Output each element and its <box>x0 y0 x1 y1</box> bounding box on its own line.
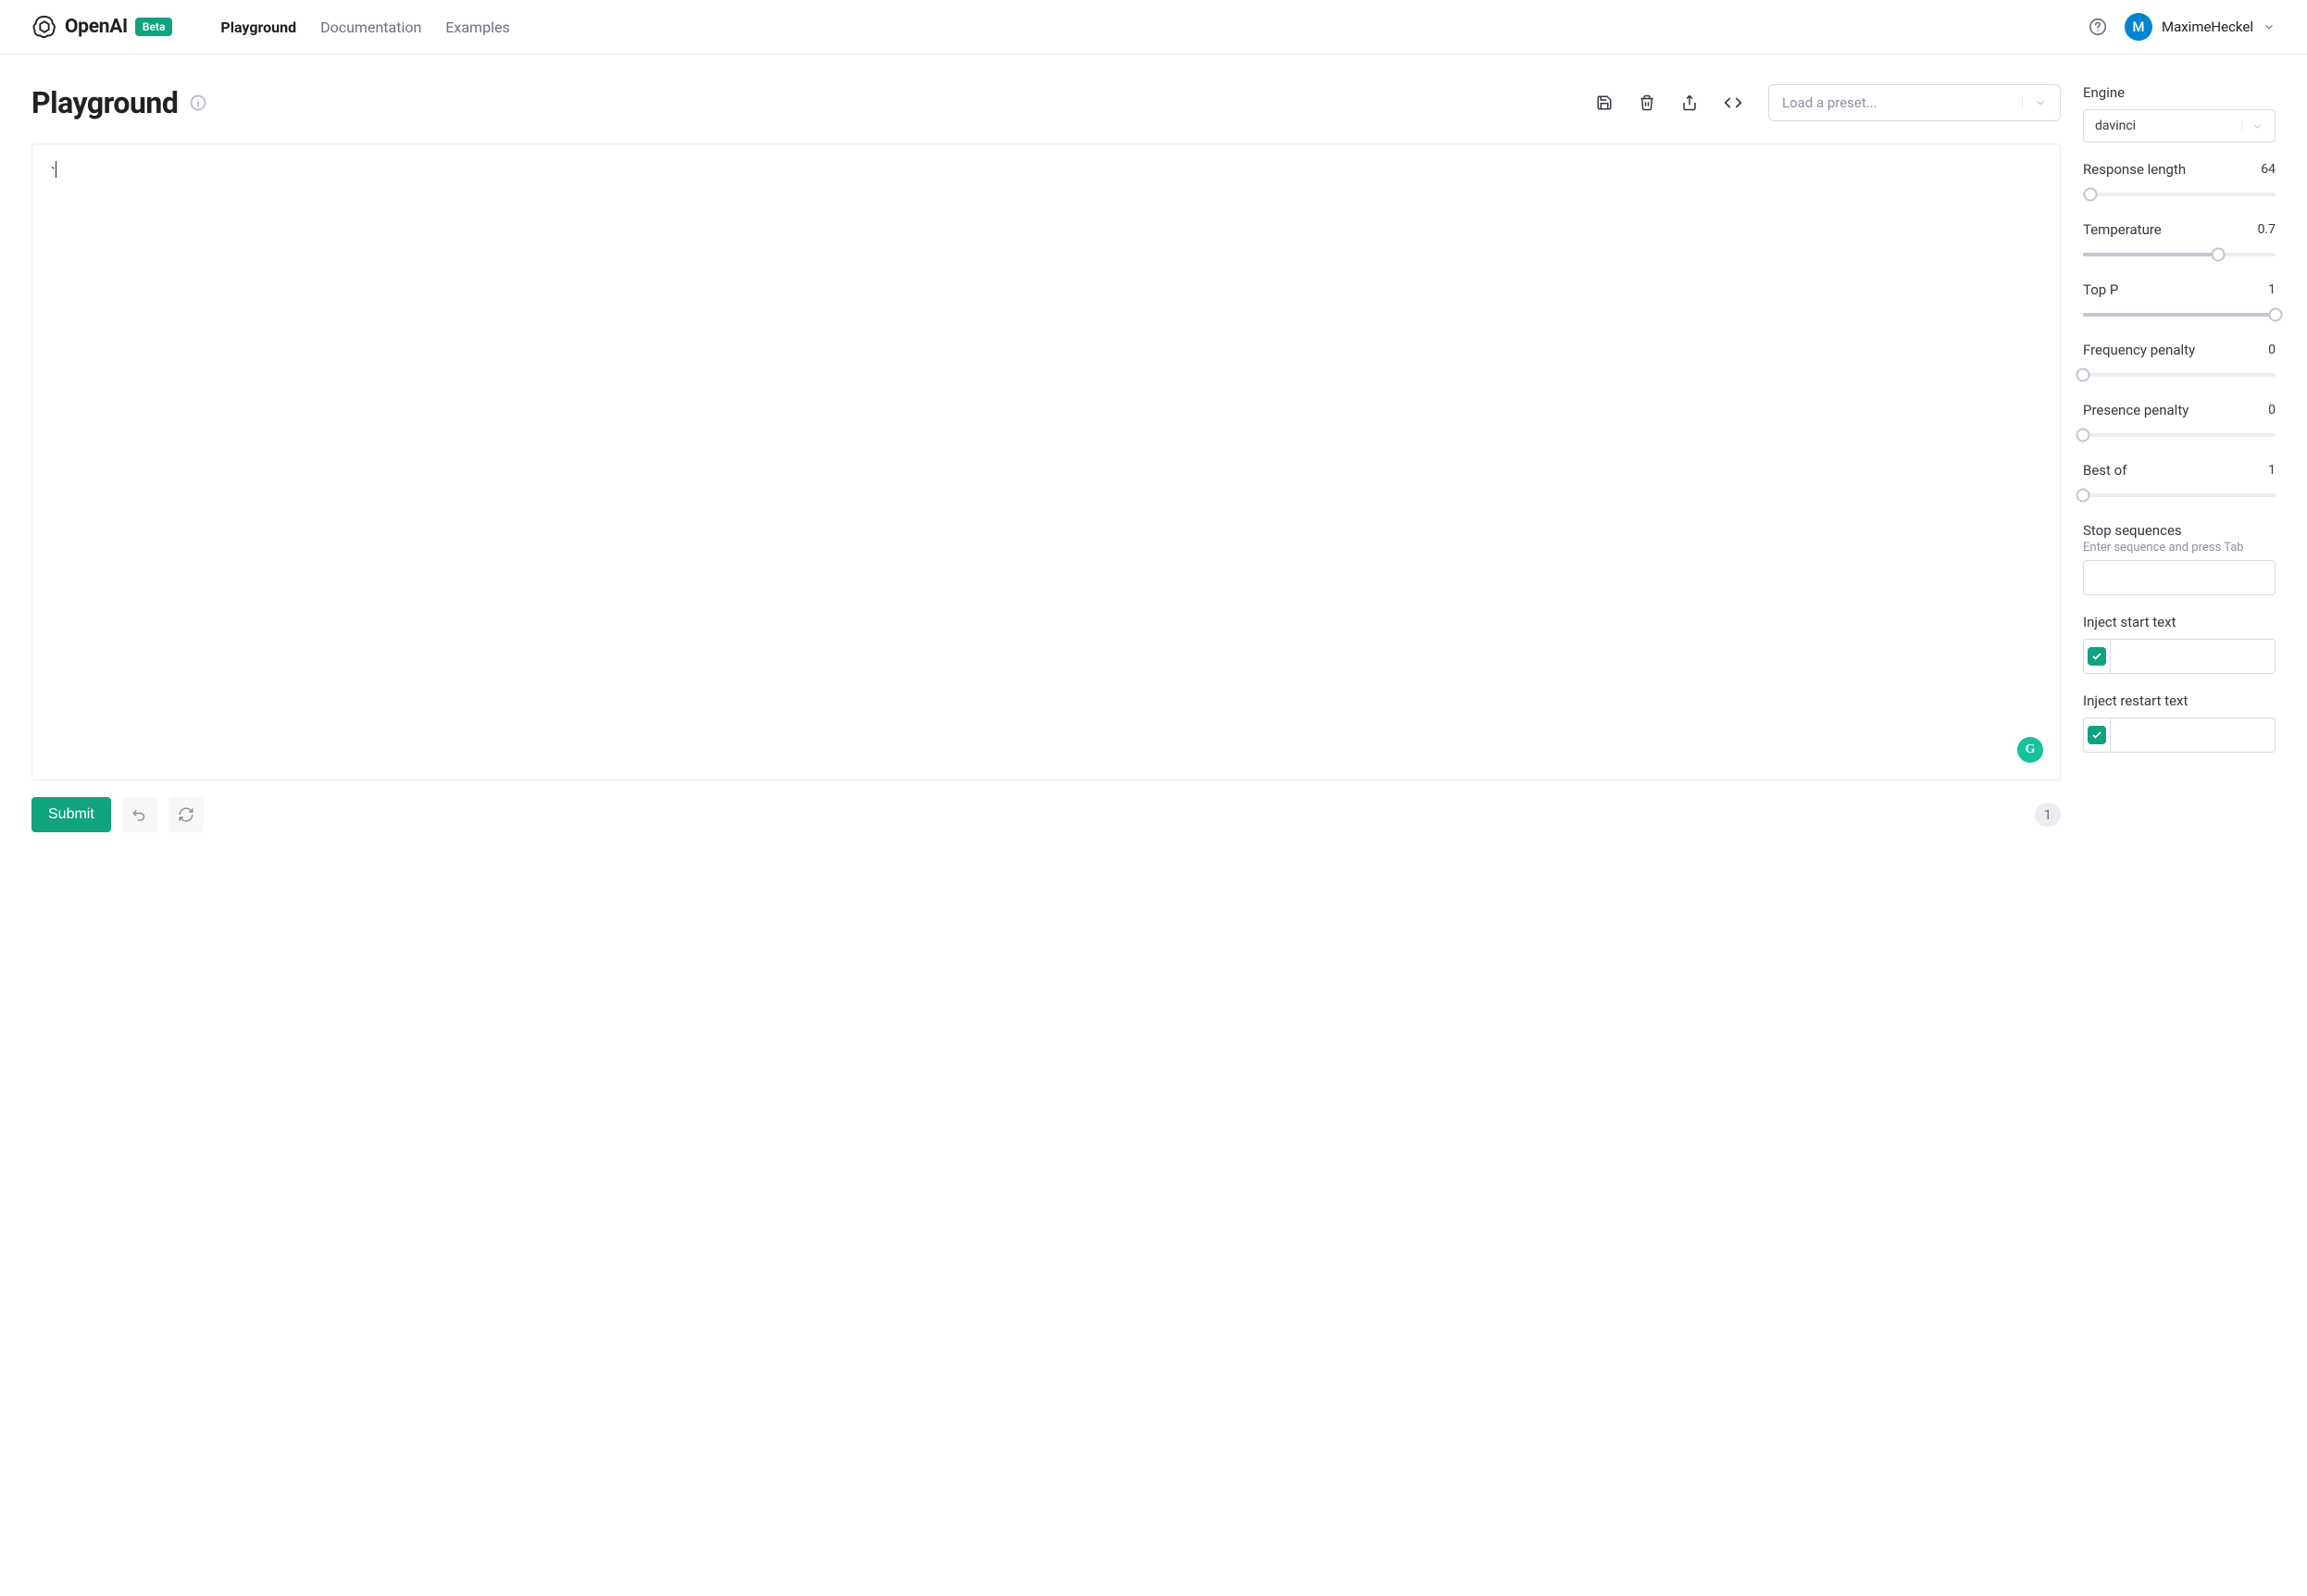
info-icon[interactable] <box>189 94 207 112</box>
params-sidebar: Engine davinci Response length 64 Temper… <box>2083 84 2276 832</box>
best-of-value: 1 <box>2268 463 2276 478</box>
inject-restart-input[interactable] <box>2110 717 2276 753</box>
inject-start-checkbox[interactable] <box>2083 639 2110 674</box>
username: MaximeHeckel <box>2162 19 2253 35</box>
check-icon <box>2088 726 2106 744</box>
grammarly-icon[interactable]: G <box>2017 737 2043 763</box>
response-length-value: 64 <box>2261 162 2276 177</box>
content: Playground <box>31 84 2061 832</box>
beta-badge: Beta <box>135 18 173 36</box>
presence-penalty-label: Presence penalty <box>2083 402 2189 418</box>
top-p-value: 1 <box>2268 282 2276 297</box>
param-top-p: Top P 1 <box>2083 281 2276 323</box>
frequency-penalty-value: 0 <box>2268 343 2276 357</box>
inject-start-input[interactable] <box>2110 639 2276 674</box>
param-best-of: Best of 1 <box>2083 462 2276 504</box>
regenerate-button[interactable] <box>168 797 204 832</box>
param-response-length: Response length 64 <box>2083 161 2276 203</box>
top-p-slider[interactable] <box>2083 306 2276 323</box>
response-length-slider[interactable] <box>2083 186 2276 203</box>
response-length-label: Response length <box>2083 161 2186 178</box>
header: OpenAI Beta Playground Documentation Exa… <box>0 0 2307 55</box>
nav: Playground Documentation Examples <box>220 19 509 36</box>
header-right: M MaximeHeckel <box>2088 13 2276 41</box>
main: Playground <box>0 55 2307 860</box>
avatar: M <box>2125 13 2152 41</box>
help-icon[interactable] <box>2088 17 2108 37</box>
save-icon[interactable] <box>1596 94 1613 111</box>
stop-sequences-input[interactable] <box>2083 560 2276 595</box>
top-p-label: Top P <box>2083 281 2118 298</box>
bottom-bar: Submit 1 <box>31 797 2061 832</box>
prompt-editor[interactable]: ` G <box>31 143 2061 780</box>
inject-restart-checkbox[interactable] <box>2083 717 2110 753</box>
openai-logo-icon <box>31 14 57 40</box>
check-icon <box>2088 647 2106 666</box>
trash-icon[interactable] <box>1639 94 1655 111</box>
preset-select[interactable]: Load a preset... <box>1768 84 2061 121</box>
param-stop-sequences: Stop sequences Enter sequence and press … <box>2083 522 2276 595</box>
undo-button[interactable] <box>122 797 157 832</box>
header-left: OpenAI Beta Playground Documentation Exa… <box>31 14 510 40</box>
nav-playground[interactable]: Playground <box>220 19 296 36</box>
nav-examples[interactable]: Examples <box>445 19 509 36</box>
engine-label: Engine <box>2083 84 2125 101</box>
presence-penalty-slider[interactable] <box>2083 427 2276 443</box>
title-row: Playground <box>31 84 2061 121</box>
preset-placeholder: Load a preset... <box>1782 94 1877 111</box>
param-presence-penalty: Presence penalty 0 <box>2083 402 2276 443</box>
stop-sequences-hint: Enter sequence and press Tab <box>2083 541 2276 555</box>
chevron-down-icon <box>2022 96 2047 109</box>
chevron-down-icon <box>2241 120 2263 132</box>
param-frequency-penalty: Frequency penalty 0 <box>2083 342 2276 383</box>
engine-select[interactable]: davinci <box>2083 109 2276 143</box>
param-temperature: Temperature 0.7 <box>2083 221 2276 263</box>
share-icon[interactable] <box>1681 94 1698 111</box>
page-title: Playground <box>31 85 178 120</box>
inject-start-label: Inject start text <box>2083 614 2176 630</box>
param-inject-start: Inject start text <box>2083 614 2276 674</box>
engine-value: davinci <box>2095 118 2136 133</box>
user-menu[interactable]: M MaximeHeckel <box>2125 13 2276 41</box>
code-icon[interactable] <box>1724 94 1742 112</box>
temperature-label: Temperature <box>2083 221 2162 238</box>
stop-sequences-label: Stop sequences <box>2083 522 2182 539</box>
frequency-penalty-label: Frequency penalty <box>2083 342 2195 358</box>
brand-text: OpenAI <box>65 16 128 38</box>
best-of-label: Best of <box>2083 462 2126 479</box>
temperature-slider[interactable] <box>2083 246 2276 263</box>
param-engine: Engine davinci <box>2083 84 2276 143</box>
title-left: Playground <box>31 85 207 120</box>
count-badge[interactable]: 1 <box>2035 803 2061 827</box>
best-of-slider[interactable] <box>2083 487 2276 504</box>
chevron-down-icon <box>2263 20 2276 33</box>
temperature-value: 0.7 <box>2258 222 2276 237</box>
logo[interactable]: OpenAI Beta <box>31 14 172 40</box>
param-inject-restart: Inject restart text <box>2083 692 2276 753</box>
presence-penalty-value: 0 <box>2268 403 2276 418</box>
frequency-penalty-slider[interactable] <box>2083 367 2276 383</box>
title-actions: Load a preset... <box>1596 84 2061 121</box>
inject-restart-label: Inject restart text <box>2083 692 2188 709</box>
submit-button[interactable]: Submit <box>31 797 111 832</box>
nav-documentation[interactable]: Documentation <box>320 19 421 36</box>
